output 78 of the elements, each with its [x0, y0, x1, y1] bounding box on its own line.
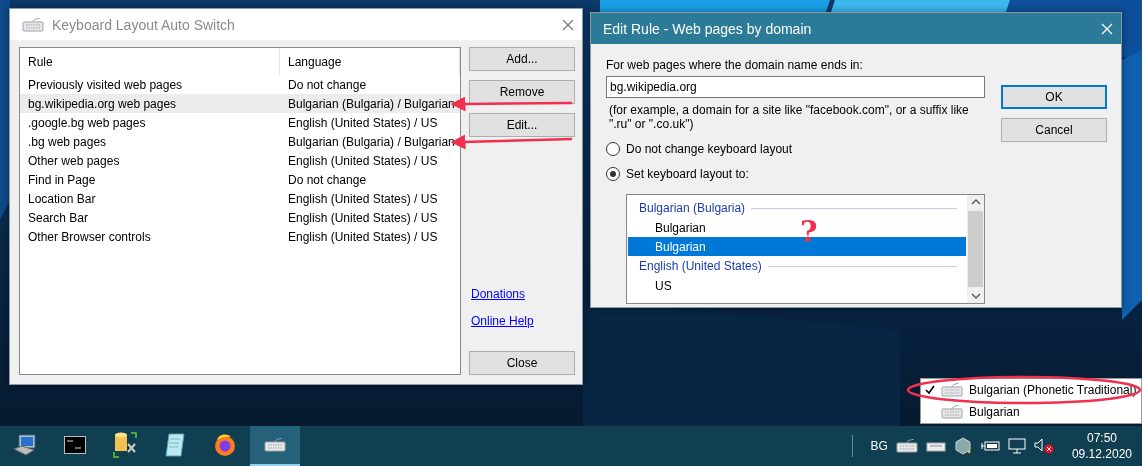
rule-cell-text: .bg web pages	[27, 134, 108, 149]
rule-row[interactable]: Other web pages English (United States) / US	[20, 151, 460, 170]
clock[interactable]: 07:50 09.12.2020	[1071, 430, 1132, 462]
layout-item[interactable]: Bulgarian	[655, 220, 706, 235]
rule-row[interactable]: Search Bar English (United States) / US	[20, 208, 460, 227]
speaker-muted-icon[interactable]	[1033, 438, 1054, 454]
language-cell-text: English (United States) / US	[287, 115, 439, 130]
domain-label: For web pages where the domain name ends in:	[606, 58, 864, 72]
action-button[interactable]: Edit...	[469, 113, 575, 137]
layout-option[interactable]: Set keyboard layout to:	[606, 167, 985, 181]
menu-item[interactable]: Bulgarian (Phonetic Traditional)	[921, 379, 1141, 401]
close-icon[interactable]	[562, 18, 574, 31]
rule-cell-text: Find in Page	[27, 172, 97, 187]
keyboard-icon	[22, 17, 44, 32]
rule-cell-text: Other web pages	[27, 153, 121, 168]
language-group-label: Bulgarian (Bulgaria)	[639, 201, 746, 215]
column-header[interactable]: Language	[280, 48, 460, 75]
language-cell-text: English (United States) / US	[287, 191, 439, 206]
clock-time: 07:50	[1086, 430, 1117, 446]
language-cell-text: Bulgarian (Bulgaria) / Bulgarian	[287, 96, 456, 111]
menu-item-label: Bulgarian	[969, 405, 1020, 419]
column-header[interactable]: Rule	[20, 48, 280, 75]
scrollbar[interactable]	[967, 195, 984, 303]
notepad-icon	[164, 433, 186, 457]
rule-cell-text: Location Bar	[27, 191, 97, 206]
language-cell-text: English (United States) / US	[287, 210, 439, 225]
clock-date: 09.12.2020	[1071, 446, 1132, 462]
keyboard-icon[interactable]	[925, 440, 946, 452]
menu-item[interactable]: Bulgarian	[921, 401, 1141, 423]
window-title: Keyboard Layout Auto Switch	[52, 16, 236, 33]
network-icon[interactable]	[1007, 438, 1026, 454]
dialog-button[interactable]: Cancel	[1001, 118, 1107, 142]
language-cell-text: Bulgarian (Bulgaria) / Bulgarian	[287, 134, 456, 149]
help-link[interactable]: Donations	[471, 287, 526, 301]
action-button[interactable]: Add...	[469, 47, 575, 71]
language-group-label: English (United States)	[639, 259, 762, 273]
menu-item-label: Bulgarian (Phonetic Traditional)	[969, 383, 1137, 397]
help-link[interactable]: Online Help	[471, 314, 534, 328]
option-label: Set keyboard layout to:	[626, 167, 749, 181]
dialog-button[interactable]: OK	[1001, 85, 1107, 109]
rule-row[interactable]: .bg web pages Bulgarian (Bulgaria) / Bulgarian	[20, 132, 460, 151]
close-button[interactable]: Close	[469, 351, 575, 375]
option-label: Do not change keyboard layout	[626, 142, 793, 156]
rule-cell-text: Search Bar	[27, 210, 90, 225]
keyboard-icon	[264, 438, 286, 452]
keyboard-icon	[941, 405, 963, 419]
radio-button[interactable]	[606, 167, 620, 181]
firefox-icon	[213, 433, 237, 457]
domain-hint: (for example, a domain for a site like "facebook.com", or a suffix like ".ru" or ".co.uk")	[609, 103, 970, 131]
keyboard-icon	[941, 383, 963, 397]
language-cell-text: English (United States) / US	[287, 229, 439, 244]
rule-cell-text: bg.wikipedia.org web pages	[27, 96, 178, 111]
layout-item[interactable]: US	[655, 278, 672, 293]
rule-row[interactable]: Previously visited web pages Do not change	[20, 75, 460, 94]
dialog-title: Edit Rule - Web pages by domain	[603, 20, 813, 37]
terminal-icon	[64, 436, 86, 454]
computer-icon	[13, 433, 37, 457]
battery-icon[interactable]	[979, 439, 1000, 453]
rule-cell-text: Previously visited web pages	[27, 77, 184, 92]
database-tools-icon	[113, 432, 137, 458]
keyboard-icon[interactable]	[895, 439, 918, 453]
rule-row[interactable]: Find in Page Do not change	[20, 170, 460, 189]
rule-cell-text: .google.bg web pages	[27, 115, 147, 130]
rule-row[interactable]: Other Browser controls English (United States) / US	[20, 227, 460, 246]
cube-icon[interactable]	[953, 437, 972, 455]
rule-cell-text: Other Browser controls	[27, 229, 152, 244]
action-button[interactable]: Remove	[469, 80, 575, 104]
radio-button[interactable]	[606, 142, 620, 156]
layout-option[interactable]: Do not change keyboard layout	[606, 142, 985, 156]
rule-row[interactable]: Location Bar English (United States) / US	[20, 189, 460, 208]
input-language-indicator[interactable]: BG	[870, 439, 888, 453]
taskbar-app-button[interactable]	[250, 426, 300, 466]
rule-row[interactable]: bg.wikipedia.org web pages Bulgarian (Bulgaria) / Bulgarian	[20, 94, 460, 113]
rule-row[interactable]: .google.bg web pages English (United States) / US	[20, 113, 460, 132]
language-cell-text: Do not change	[287, 77, 368, 92]
domain-field[interactable]: bg.wikipedia.org	[606, 76, 985, 98]
language-cell-text: Do not change	[287, 172, 368, 187]
language-cell-text: English (United States) / US	[287, 153, 439, 168]
